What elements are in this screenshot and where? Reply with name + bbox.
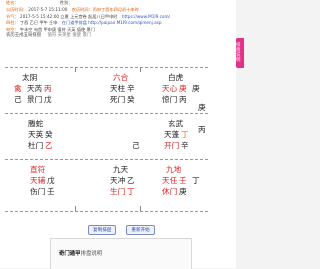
side-tab-label: 排盘说明 bbox=[236, 43, 241, 63]
palace-center: 己 bbox=[132, 141, 140, 150]
action-buttons: 复制排盘 重新开始 bbox=[88, 225, 155, 235]
instructions-panel: 奇门遁甲排盘说明 bbox=[50, 238, 192, 269]
chart-info-header: 姓名： 性别： 公历时间： 2017-5-7 15:11:00 农历时间：丙申丁… bbox=[6, 0, 232, 34]
solar-time-line: 公历时间： 2017-5-7 15:11:00 农历时间：丙申丁酉年四月初十申时 bbox=[6, 6, 139, 12]
palace-dui: 玄武 天蓬 丁 开门 辛 bbox=[164, 119, 189, 150]
side-stem-right-mid: 丙 bbox=[198, 125, 206, 134]
copy-chart-button[interactable]: 复制排盘 bbox=[88, 225, 117, 235]
page: 姓名： 性别： 公历时间： 2017-5-7 15:11:00 农历时间：丙申丁… bbox=[0, 0, 236, 269]
solar-term-line: 节气： 2017-5-5 15:42:00 立夏 上元宫卷 起居八日甲申时 ht… bbox=[6, 13, 170, 19]
palace-zhen: 螣蛇 天英 癸 杜门 乙 bbox=[28, 119, 53, 150]
grid-tick bbox=[140, 67, 141, 72]
grid-separator bbox=[5, 113, 208, 114]
chart-subtitle: 农历壬戌五局排盘 值符 天英星 值使 景门 bbox=[6, 33, 92, 38]
grid-separator bbox=[5, 67, 208, 68]
grid-tick bbox=[75, 67, 76, 72]
palace-sun: 太阴 禽 天芮 丙 己 景门 戊 bbox=[14, 73, 52, 104]
grid-tick bbox=[75, 206, 76, 211]
palace-kun: 白虎 天心 庚 庚 惊门 丙 bbox=[162, 73, 200, 104]
grid-separator bbox=[5, 211, 208, 212]
side-float-tab[interactable]: 排盘说明 bbox=[236, 38, 244, 68]
palace-qian: 九地 天任 壬 丁 休门 庚 bbox=[162, 165, 200, 196]
name-line: 姓名： 性别： bbox=[6, 0, 73, 5]
palace-li: 六合 天柱 辛 死门 癸 bbox=[110, 73, 135, 104]
palace-god: 太阴 bbox=[22, 73, 38, 82]
palace-kan: 九天 天冲 乙 生门 丁 bbox=[110, 165, 135, 196]
grid-separator bbox=[5, 159, 208, 160]
restart-button[interactable]: 重新开始 bbox=[126, 225, 155, 235]
four-pillars-line: 四柱： 丁酉 乙巳 甲午 壬申 在门道甲排盘 http://paipan.M1I… bbox=[6, 20, 162, 26]
instructions-title: 奇门遁甲排盘说明 bbox=[59, 251, 103, 257]
grid-tick bbox=[140, 206, 141, 211]
palace-gen: 直符 天辅 戊 伤门 壬 bbox=[30, 165, 55, 196]
